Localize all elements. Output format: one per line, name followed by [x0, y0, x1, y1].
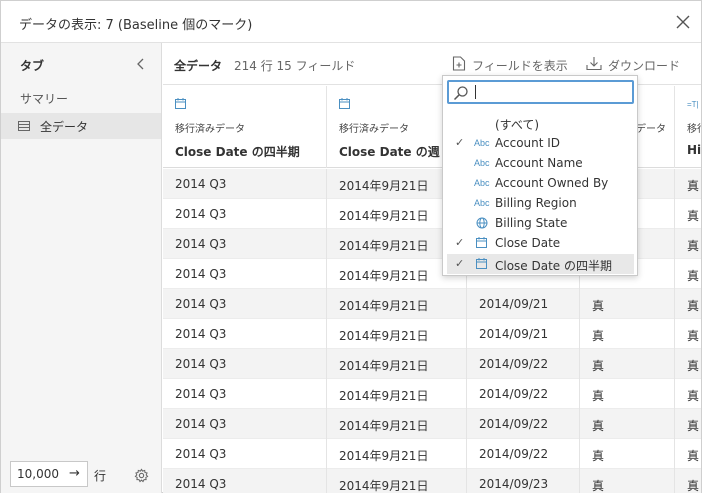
text-caret	[475, 85, 476, 99]
field-option-label: Billing Region	[495, 196, 577, 210]
sidebar-item-summary[interactable]: サマリー	[20, 90, 68, 107]
field-option[interactable]: ✓ Abc Account ID	[447, 133, 634, 153]
column-name: Close Date の四半期	[175, 145, 300, 159]
row-unit-label: 行	[94, 469, 107, 483]
field-option-label: Close Date の四半期	[495, 259, 613, 273]
download-label: ダウンロード	[608, 59, 681, 73]
search-icon	[453, 86, 468, 101]
table-row: 2014 Q3 2014年9月21日 2014/09/22 真 真	[163, 409, 701, 439]
field-option[interactable]: Billing State	[447, 213, 634, 233]
field-option-label: Account Owned By	[495, 176, 609, 190]
apply-row-limit-arrow-icon[interactable]: →	[69, 466, 80, 481]
table-row: 2014 Q3 2014年9月21日 2014/09/22 真 真	[163, 439, 701, 469]
row-limit-value: 10,000	[17, 467, 59, 481]
text-field-icon: =T|	[687, 100, 699, 109]
sidebar-item-all-data[interactable]: 全データ	[1, 113, 161, 139]
settings-button[interactable]	[134, 468, 149, 483]
calendar-icon	[339, 98, 350, 109]
download-icon	[586, 57, 602, 71]
table-row: 2014 Q3 2014年9月21日 2014/09/23 真 真	[163, 469, 701, 493]
column-source-label: 移行済みデータ	[339, 124, 409, 135]
string-type-icon: Abc	[474, 178, 490, 188]
calendar-icon	[476, 237, 487, 248]
sidebar: タブ サマリー 全データ 10,000 → 行	[1, 43, 162, 493]
collapse-sidebar-button[interactable]	[135, 57, 147, 71]
row-limit-input[interactable]: 10,000 →	[10, 461, 88, 487]
table-icon	[18, 121, 30, 131]
field-option-label: Close Date	[495, 236, 561, 250]
gear-icon	[134, 468, 149, 483]
field-option-label: Billing State	[495, 216, 568, 230]
field-option[interactable]: Abc Billing Region	[447, 193, 634, 213]
field-option-label: (すべて)	[495, 118, 540, 132]
checkmark-icon: ✓	[455, 136, 465, 149]
field-option[interactable]: Abc Account Name	[447, 153, 634, 173]
field-option-all[interactable]: (すべて)	[447, 113, 634, 133]
table-row: 2014 Q3 2014年9月21日 2014/09/22 真 真	[163, 349, 701, 379]
field-option-label: Account ID	[495, 136, 561, 150]
calendar-icon	[175, 98, 186, 109]
column-name: Close Date の週	[339, 145, 440, 159]
dialog-titlebar: データの表示: 7 (Baseline 個のマーク)	[1, 1, 701, 43]
table-row: 2014 Q3 2014年9月21日 2014/09/21 真 真	[163, 289, 701, 319]
table-row: 2014 Q3 2014年9月21日 2014/09/22 真 真	[163, 379, 701, 409]
calendar-icon	[476, 258, 487, 269]
string-type-icon: Abc	[474, 138, 490, 148]
string-type-icon: Abc	[474, 198, 490, 208]
table-title: 全データ	[174, 59, 223, 73]
view-data-dialog: データの表示: 7 (Baseline 個のマーク) タブ サマリー 全データ …	[0, 0, 702, 493]
column-name: Hic	[687, 143, 701, 157]
column-header[interactable]: 移行済みデータ Close Date の四半期	[163, 86, 327, 168]
close-button[interactable]	[675, 14, 691, 30]
close-icon	[676, 15, 690, 29]
table-row-field-count: 214 行 15 フィールド	[234, 59, 356, 73]
add-field-icon	[452, 56, 466, 71]
table-row: 2014 Q3 2014年9月21日 2014/09/21 真 真	[163, 319, 701, 349]
field-option-label: Account Name	[495, 156, 583, 170]
column-source-label: 移行	[687, 124, 701, 135]
column-header[interactable]: =T| 移行 Hic	[675, 86, 701, 168]
field-option[interactable]: Abc Account Owned By	[447, 173, 634, 193]
checkmark-icon: ✓	[455, 236, 465, 249]
chevron-left-icon	[137, 58, 144, 70]
sidebar-tabs-heading: タブ	[20, 59, 45, 73]
column-source-label: 移行済みデータ	[175, 124, 245, 135]
show-fields-dropdown: (すべて) ✓ Abc Account ID Abc Account Name …	[442, 75, 638, 276]
field-option[interactable]: ✓ Close Date	[447, 233, 634, 253]
show-fields-label: フィールドを表示	[472, 59, 568, 73]
field-option[interactable]: ✓ Close Date の四半期	[447, 254, 634, 274]
globe-icon	[476, 217, 488, 229]
svg-text:=T|: =T|	[687, 100, 699, 109]
field-search-input[interactable]	[447, 80, 634, 104]
checkmark-icon: ✓	[455, 257, 465, 270]
string-type-icon: Abc	[474, 158, 490, 168]
column-source-label: データ	[636, 124, 666, 135]
dialog-title: データの表示: 7 (Baseline 個のマーク)	[19, 18, 253, 33]
sidebar-item-label: 全データ	[40, 120, 89, 134]
